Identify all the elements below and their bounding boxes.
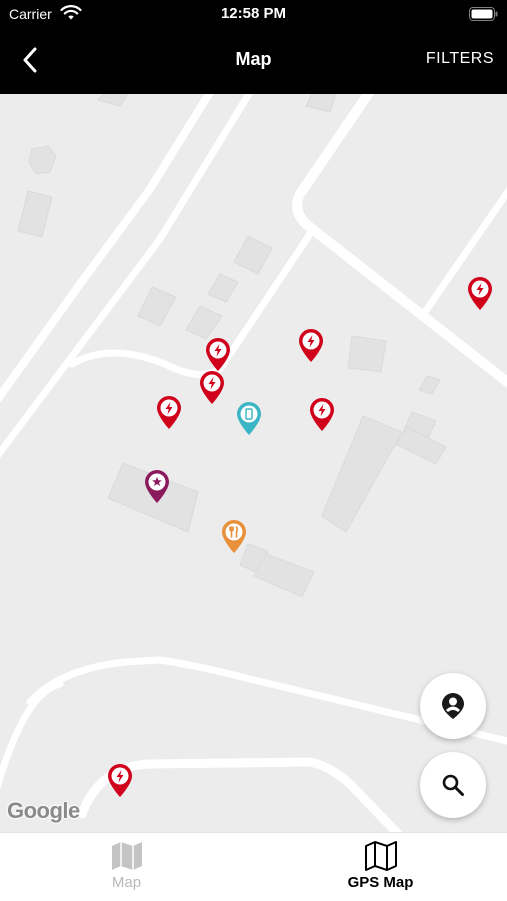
battery-icon [469, 7, 498, 21]
tab-gps-map[interactable]: GPS Map [254, 833, 507, 901]
search-button[interactable] [420, 752, 486, 818]
charging-station-pin[interactable] [308, 396, 336, 432]
charging-station-pin[interactable] [106, 762, 134, 798]
status-bar: Carrier 12:58 PM [0, 0, 507, 28]
restaurant-pin[interactable] [220, 518, 248, 554]
google-attribution: Google [7, 798, 80, 823]
charging-station-pin[interactable] [466, 275, 494, 311]
charging-station-pin[interactable] [155, 394, 183, 430]
tab-map-label: Map [111, 874, 142, 891]
charging-station-pin[interactable] [297, 327, 325, 363]
status-time: 12:58 PM [220, 5, 287, 22]
map-view[interactable]: Google [0, 94, 507, 832]
tab-map[interactable]: Map [0, 833, 253, 901]
map-icon [111, 842, 142, 870]
back-button[interactable] [12, 42, 48, 78]
chevron-left-icon [23, 47, 37, 73]
search-icon [442, 774, 464, 796]
charging-station-pin[interactable] [198, 369, 226, 405]
tab-gps-map-label: GPS Map [347, 874, 414, 891]
filters-button[interactable]: FILTERS [426, 50, 494, 68]
map-outline-icon [364, 841, 397, 871]
tab-bar: Map GPS Map [0, 832, 507, 901]
favorite-place-pin[interactable] [143, 468, 171, 504]
charging-station-pin[interactable] [204, 336, 232, 372]
navigation-bar: Map FILTERS [0, 28, 507, 94]
profile-location-button[interactable] [420, 673, 486, 739]
user-location-icon [442, 693, 464, 719]
info-point-pin[interactable] [235, 400, 263, 436]
